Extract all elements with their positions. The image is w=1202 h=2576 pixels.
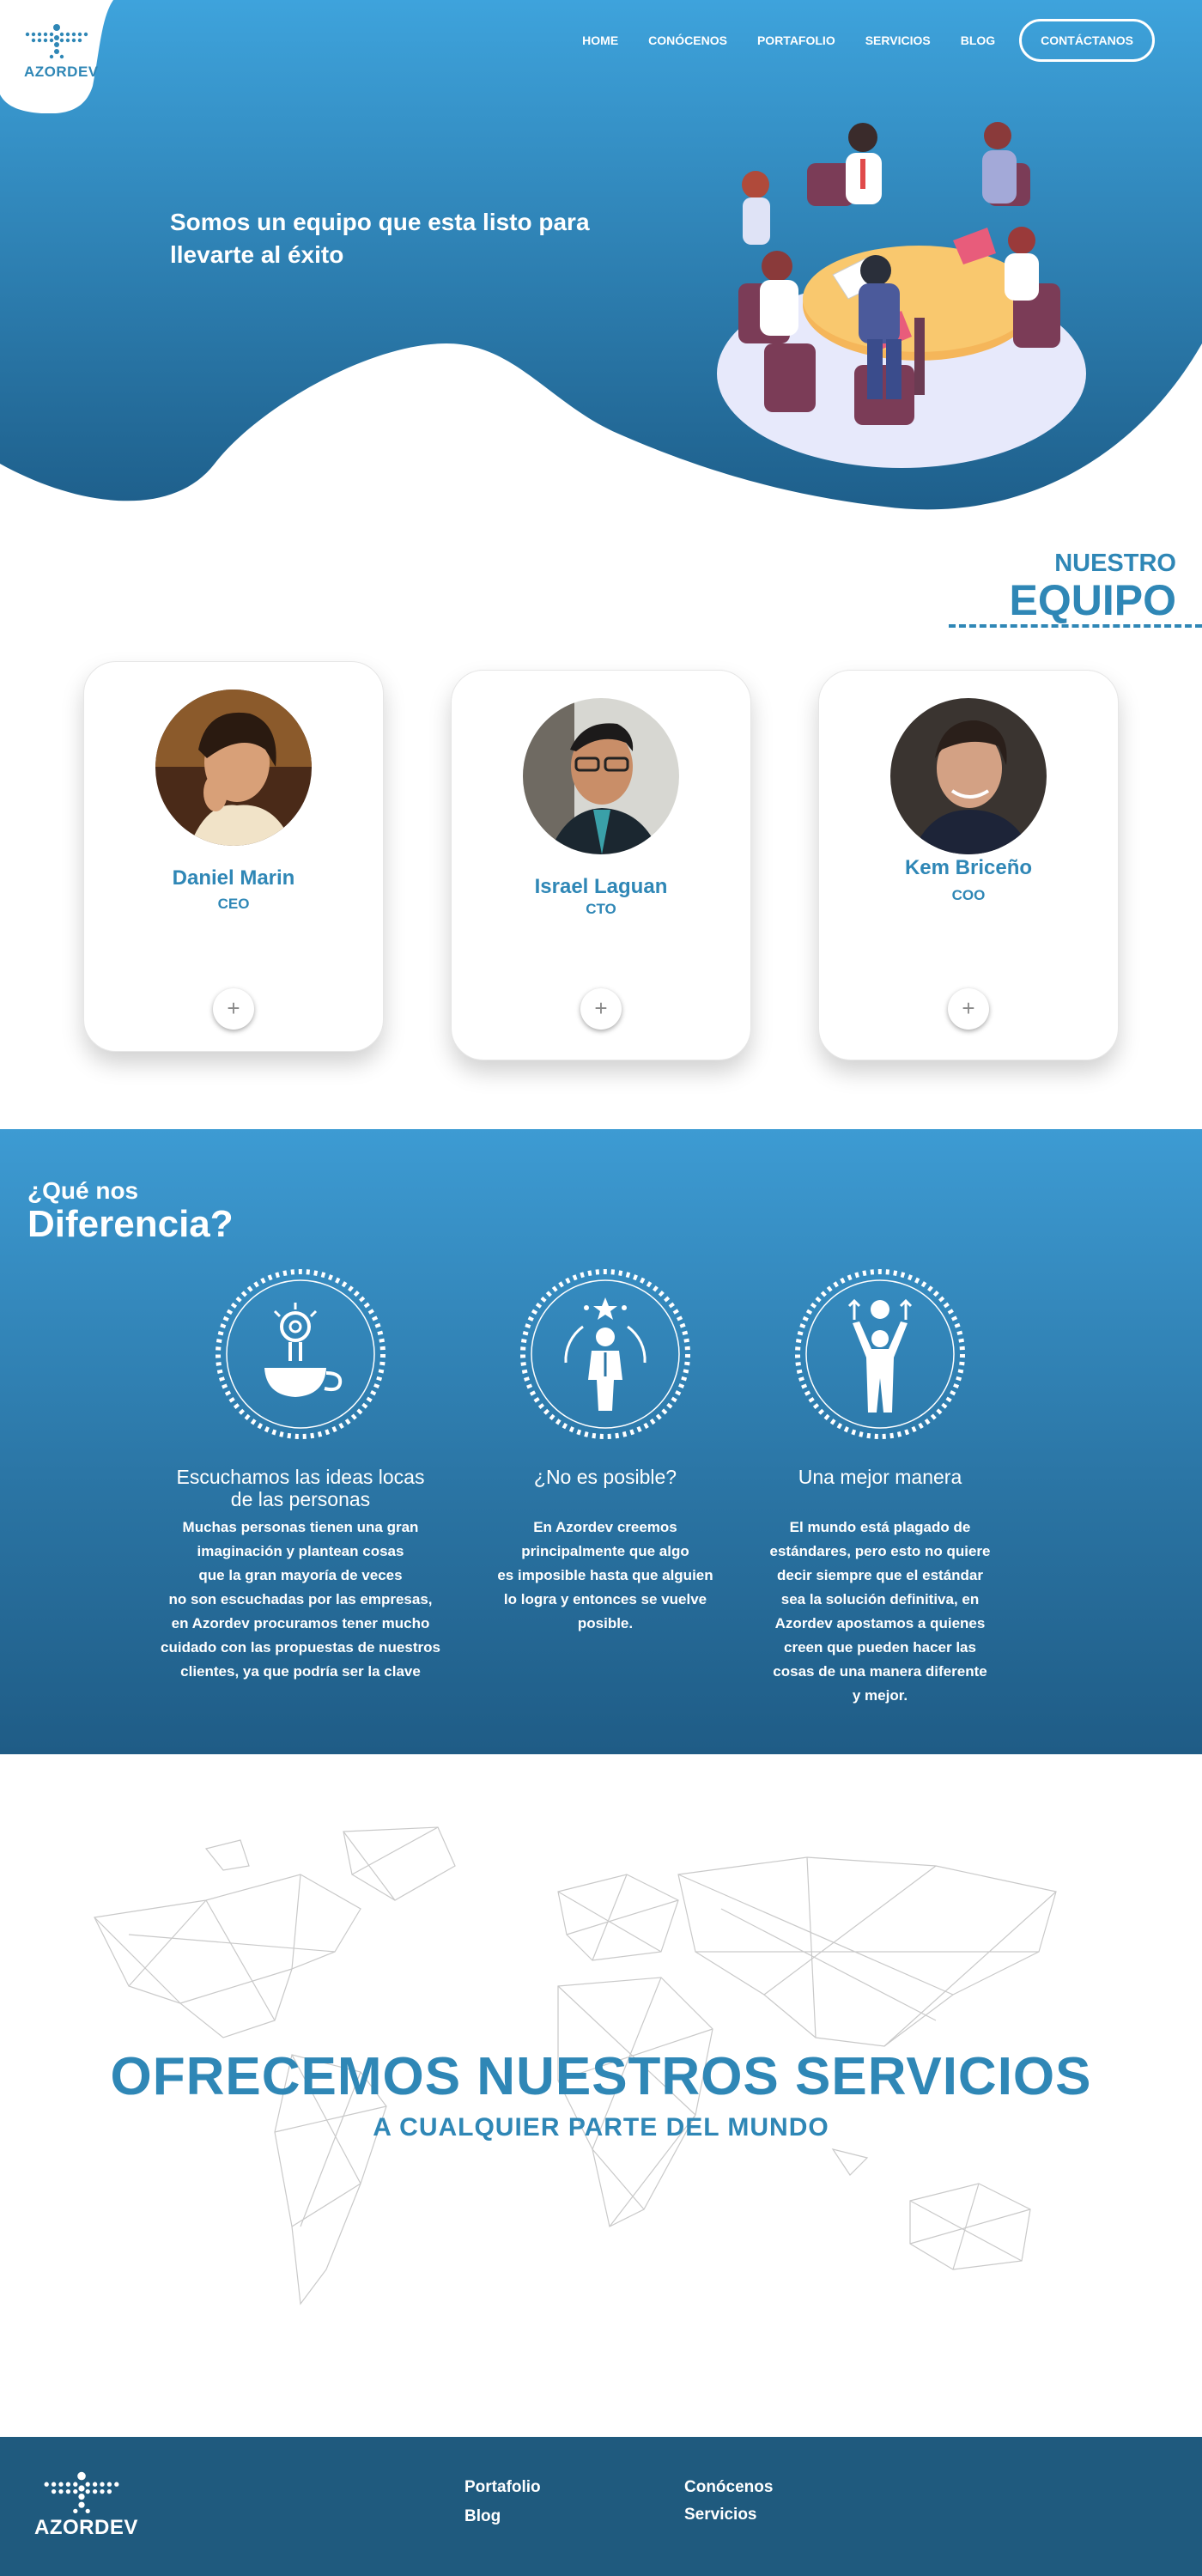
difference-item-title-line: de las personas — [230, 1488, 371, 1510]
text-line: cuidado con las propuestas de nuestros — [161, 1639, 440, 1656]
text-line: Azordev apostamos a quienes — [774, 1615, 986, 1631]
team-card-israel: Israel Laguan CTO + — [451, 670, 751, 1060]
footer-link-portafolio[interactable]: Portafolio — [464, 2478, 541, 2497]
team-card-kem: Kem Briceño COO + — [818, 670, 1119, 1060]
member-role: CEO — [217, 896, 250, 912]
difference-item-ideas: Escuchamos las ideas locas de las person… — [137, 1267, 464, 1730]
difference-kicker: ¿Qué nos — [27, 1177, 139, 1204]
member-name: Israel Laguan — [534, 875, 668, 898]
contact-button[interactable]: CONTÁCTANOS — [1019, 19, 1155, 62]
team-heading-divider — [949, 624, 1202, 628]
footer: AZORDEV Portafolio Blog Conócenos Servic… — [0, 2437, 1202, 2576]
nav-home[interactable]: HOME — [582, 33, 618, 47]
difference-item-title-line: Escuchamos las ideas locas — [176, 1466, 425, 1488]
expand-member-button[interactable]: + — [213, 988, 254, 1030]
main-nav: HOME CONÓCENOS PORTAFOLIO SERVICIOS BLOG… — [552, 19, 1155, 62]
difference-item-title: Una mejor manera — [717, 1466, 1043, 1488]
nav-blog[interactable]: BLOG — [961, 33, 995, 47]
azordev-logo-icon[interactable] — [19, 21, 94, 64]
team-card-daniel: Daniel Marin CEO + — [83, 661, 384, 1052]
text-line: Muchas personas tienen una gran — [182, 1519, 419, 1535]
nav-portafolio[interactable]: PORTAFOLIO — [757, 33, 835, 47]
avatar — [155, 690, 312, 846]
services-subtitle: A CUALQUIER PARTE DEL MUNDO — [373, 2113, 829, 2142]
raised-arms-icon — [795, 1269, 965, 1439]
nav-conocenos[interactable]: CONÓCENOS — [648, 33, 727, 47]
difference-item-title: Escuchamos las ideas locas de las person… — [137, 1466, 464, 1510]
expand-member-button[interactable]: + — [948, 988, 989, 1030]
team-heading: NUESTRO EQUIPO — [1010, 550, 1176, 623]
difference-item-text: El mundo está plagado de estándares, per… — [717, 1516, 1043, 1708]
text-line: que la gran mayoría de veces — [198, 1567, 403, 1583]
difference-section: ¿Qué nos Diferencia? Escuchamos las idea… — [0, 1129, 1202, 1754]
avatar — [890, 698, 1047, 854]
idea-coffee-icon — [216, 1269, 385, 1439]
leader-star-icon — [520, 1269, 690, 1439]
text-line: creen que pueden hacer las — [784, 1639, 976, 1656]
nav-servicios[interactable]: SERVICIOS — [865, 33, 931, 47]
text-line: clientes, ya que podría ser la clave — [180, 1663, 421, 1680]
hero-tagline: Somos un equipo que esta listo para llev… — [170, 209, 590, 268]
member-photo-kem — [890, 698, 1047, 854]
member-photo-daniel — [155, 690, 312, 846]
member-role: CTO — [586, 901, 616, 917]
services-section: OFRECEMOS NUESTROS SERVICIOS A CUALQUIER… — [0, 1754, 1202, 2437]
member-name: Kem Briceño — [904, 856, 1033, 879]
text-line: y mejor. — [852, 1687, 908, 1704]
azordev-footer-logo-icon[interactable] — [34, 2468, 129, 2519]
text-line: El mundo está plagado de — [789, 1519, 971, 1535]
footer-link-conocenos[interactable]: Conócenos — [684, 2478, 773, 2497]
text-line: cosas de una manera diferente — [773, 1663, 987, 1680]
hero-section: AZORDEV HOME CONÓCENOS PORTAFOLIO SERVIC… — [0, 0, 1202, 524]
footer-link-blog[interactable]: Blog — [464, 2507, 501, 2526]
brand-name[interactable]: AZORDEV — [24, 64, 98, 81]
footer-link-servicios[interactable]: Servicios — [684, 2506, 757, 2524]
text-line: sea la solución definitiva, en — [780, 1591, 980, 1607]
difference-item-title-line: Una mejor manera — [798, 1466, 962, 1488]
member-photo-israel — [523, 698, 679, 854]
difference-title: Diferencia? — [27, 1203, 234, 1245]
footer-brand-name[interactable]: AZORDEV — [34, 2516, 137, 2540]
text-line: en Azordev procuramos tener mucho — [171, 1615, 430, 1631]
text-line: decir siempre que el estándar — [777, 1567, 983, 1583]
services-title: OFRECEMOS NUESTROS SERVICIOS — [110, 2047, 1092, 2106]
team-kicker: NUESTRO — [1054, 550, 1176, 577]
text-line: no son escuchadas por las empresas, — [168, 1591, 433, 1607]
member-role: COO — [951, 887, 986, 903]
avatar — [523, 698, 679, 854]
text-line: estándares, pero esto no quiere — [769, 1543, 991, 1559]
team-meeting-illustration — [717, 122, 1086, 468]
member-name: Daniel Marin — [172, 866, 295, 890]
expand-member-button[interactable]: + — [580, 988, 622, 1030]
difference-item-text: Muchas personas tienen una gran imaginac… — [137, 1516, 464, 1684]
team-title: EQUIPO — [1009, 576, 1176, 624]
difference-item-better-way: Una mejor manera El mundo está plagado d… — [717, 1267, 1043, 1730]
text-line: imaginación y plantean cosas — [197, 1543, 404, 1559]
